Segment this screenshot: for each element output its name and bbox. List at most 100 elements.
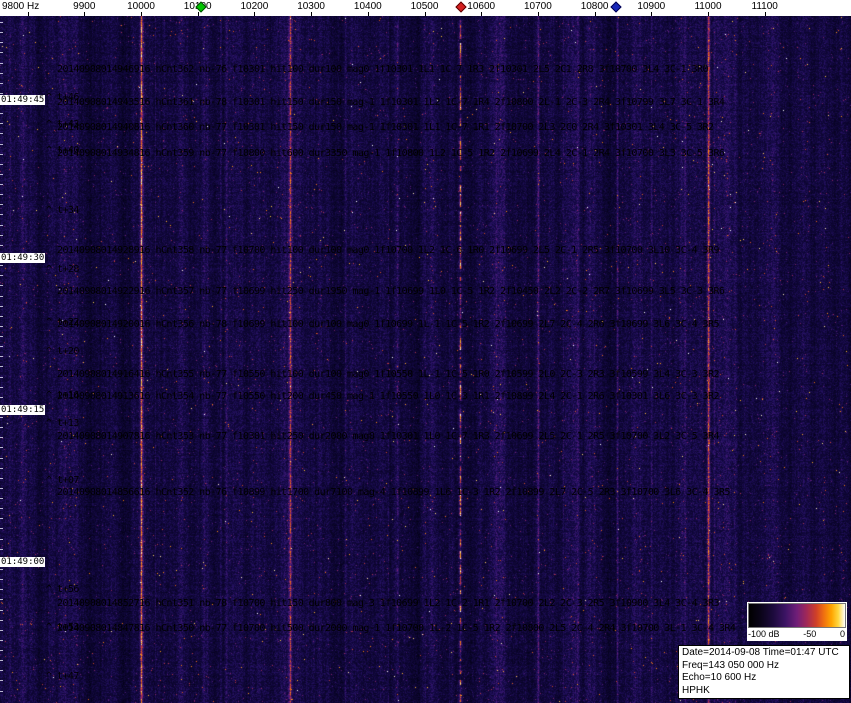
time-tick [0, 397, 3, 398]
freq-tick-label: 10500 [410, 1, 439, 12]
time-tick [0, 22, 3, 23]
freq-tick [254, 12, 255, 16]
frequency-axis: 9800 Hz990010000101001020010300104001050… [0, 0, 851, 16]
time-tick [0, 468, 3, 469]
freq-tick [84, 12, 85, 16]
time-tick [0, 154, 3, 155]
time-axis-label: 01:49:00 [0, 557, 46, 567]
freq-tick [311, 12, 312, 16]
time-tick [0, 437, 3, 438]
freq-tick-label: 10000 [127, 1, 155, 12]
event-time-marker: ^ t+47 [46, 671, 79, 682]
time-tick [0, 32, 3, 33]
time-tick [0, 204, 3, 205]
event-log-line: 20140908014928916 hCnt358 nb-77 f10700 h… [57, 245, 719, 256]
freq-tick-label: 10900 [637, 1, 666, 12]
time-tick [0, 326, 3, 327]
time-tick [0, 265, 3, 266]
freq-tick-label: 10200 [240, 1, 269, 12]
time-tick [0, 528, 3, 529]
freq-tick-label: 11100 [751, 1, 778, 12]
event-log-line: 20140908014940816 hCnt360 nb-77 f10301 h… [57, 122, 714, 133]
time-tick [0, 123, 3, 124]
time-tick [0, 539, 3, 540]
time-tick [0, 346, 3, 347]
meteor-echo-spectrogram-app: 9800 Hz990010000101001020010300104001050… [0, 0, 851, 703]
event-time-marker: ^ t+16 [46, 390, 79, 401]
event-log-line: 20140908014847816 hCnt350 nb-77 f10700 h… [57, 623, 736, 634]
time-tick [0, 458, 3, 459]
time-tick [0, 599, 3, 600]
time-tick [0, 610, 3, 611]
time-tick [0, 569, 3, 570]
freq-tick [141, 12, 142, 16]
time-tick [0, 387, 3, 388]
time-tick [0, 670, 3, 671]
status-info-box: Date=2014-09-08 Time=01:47 UTC Freq=143 0… [678, 645, 850, 699]
event-time-marker: ^ t+56 [46, 584, 79, 595]
time-tick [0, 133, 3, 134]
marker-blue-diamond-icon[interactable] [610, 1, 622, 13]
event-log-line: 20140908014946916 hCnt362 nb-76 f10301 h… [57, 64, 709, 75]
event-log-line: 20140908014943516 hCnt361 nb-78 f10301 h… [57, 97, 725, 108]
event-time-marker: ^ t+28 [46, 264, 79, 275]
freq-tick [708, 12, 709, 16]
time-tick [0, 366, 3, 367]
time-tick [0, 498, 3, 499]
freq-tick [198, 12, 199, 16]
time-tick [0, 184, 3, 185]
time-tick [0, 235, 3, 236]
info-box-line: Echo=10 600 Hz [682, 672, 757, 683]
time-tick [0, 640, 3, 641]
freq-tick [368, 12, 369, 16]
freq-tick-label: 10300 [297, 1, 325, 12]
time-tick [0, 245, 3, 246]
time-tick [0, 478, 3, 479]
time-tick [0, 316, 3, 317]
time-tick [0, 42, 3, 43]
time-tick [0, 285, 3, 286]
time-axis-label: 01:49:15 [0, 405, 46, 415]
time-tick [0, 549, 3, 550]
freq-tick [28, 12, 29, 16]
time-tick [0, 579, 3, 580]
time-tick [0, 660, 3, 661]
event-log-line: 20140908014907816 hCnt353 nb-77 f10301 h… [57, 431, 719, 442]
time-tick [0, 377, 3, 378]
colorbar-max-label: 0 [839, 629, 845, 639]
colorbar-gradient [748, 603, 846, 628]
time-tick [0, 508, 3, 509]
freq-tick [765, 12, 766, 16]
time-tick [0, 680, 3, 681]
colorbar: -100 dB -50 0 [747, 602, 847, 641]
marker-red-diamond-icon[interactable] [455, 1, 468, 13]
event-log-line: 20140908014852716 hCnt351 nb-78 f10700 h… [57, 598, 719, 609]
freq-tick-label: 9900 [73, 1, 96, 12]
event-time-marker: ^ t+07 [46, 475, 79, 486]
time-tick [0, 427, 3, 428]
time-tick [0, 630, 3, 631]
freq-tick-label: 10600 [467, 1, 496, 12]
time-tick [0, 214, 3, 215]
colorbar-min-label: -100 dB [748, 629, 780, 639]
time-tick [0, 518, 3, 519]
freq-tick [595, 12, 596, 16]
freq-tick [425, 12, 426, 16]
event-time-marker: ^ t+43 [46, 119, 79, 130]
time-tick [0, 63, 3, 64]
time-tick [0, 417, 3, 418]
event-log-line: 20140908014913616 hCnt354 nb-77 f10550 h… [57, 391, 719, 402]
info-box-line: HPHK [682, 684, 710, 696]
time-tick [0, 589, 3, 590]
time-tick [0, 83, 3, 84]
event-time-marker: ^ t+13 [46, 418, 79, 429]
time-tick [0, 356, 3, 357]
event-log-line: 20140908014922916 hCnt357 nb-77 f10699 h… [57, 286, 725, 297]
event-log-line: 20140908014934816 hCnt359 nb-77 f10800 h… [57, 148, 725, 159]
event-time-marker: ^ t+20 [46, 346, 79, 357]
event-log-line: 20140908014856616 hCnt352 nb-76 f10899 h… [57, 487, 730, 498]
time-tick [0, 488, 3, 489]
freq-tick-label: 10800 [580, 1, 609, 12]
freq-tick-label: 11000 [694, 1, 722, 12]
time-axis-label: 01:49:45 [0, 95, 46, 105]
